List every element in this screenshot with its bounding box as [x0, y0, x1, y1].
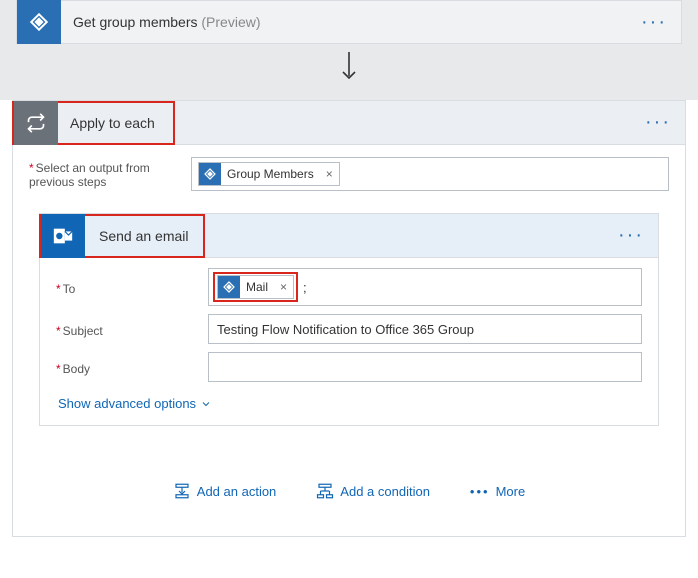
apply-to-each-header[interactable]: Apply to each ···: [13, 101, 685, 145]
subject-input[interactable]: [208, 314, 642, 344]
connector-arrow: [16, 44, 682, 84]
chevron-down-icon: [200, 398, 212, 410]
send-email-header[interactable]: Send an email ···: [40, 214, 658, 258]
more-dots-icon: •••: [470, 484, 490, 499]
to-row: To Mail × ;: [56, 268, 642, 306]
add-action-button[interactable]: Add an action: [173, 482, 277, 500]
preview-label: (Preview): [201, 14, 260, 30]
azure-ad-icon: [199, 163, 221, 185]
step-get-group-members-container: Get group members (Preview) ···: [0, 0, 698, 100]
token-mail[interactable]: Mail ×: [217, 275, 294, 299]
select-output-label: Select an output from previous steps: [29, 157, 179, 189]
add-condition-button[interactable]: Add a condition: [316, 482, 430, 500]
step-send-email: Send an email ··· To: [39, 213, 659, 426]
token-group-members[interactable]: Group Members ×: [198, 162, 340, 186]
select-output-row: Select an output from previous steps Gro…: [29, 157, 669, 191]
loop-icon: [14, 101, 58, 145]
azure-ad-icon: [218, 276, 240, 298]
to-input[interactable]: Mail × ;: [208, 268, 642, 306]
send-email-menu-button[interactable]: ···: [604, 224, 658, 247]
token-label: Group Members: [221, 167, 320, 181]
show-advanced-options-link[interactable]: Show advanced options: [56, 390, 212, 411]
add-condition-icon: [316, 482, 334, 500]
token-remove-button[interactable]: ×: [274, 280, 293, 294]
to-label: To: [56, 278, 196, 296]
subject-label: Subject: [56, 320, 196, 338]
more-label: More: [496, 484, 526, 499]
step-menu-button[interactable]: ···: [627, 11, 681, 34]
step-title-text: Get group members: [73, 14, 198, 30]
token-label: Mail: [240, 280, 274, 294]
footer-actions: Add an action Add a condition •: [29, 426, 669, 514]
more-button[interactable]: ••• More: [470, 482, 525, 500]
apply-to-each-title: Apply to each: [58, 115, 173, 131]
select-output-input[interactable]: Group Members ×: [191, 157, 669, 191]
body-input[interactable]: [208, 352, 642, 382]
step-title: Get group members (Preview): [61, 14, 627, 30]
body-row: Body: [56, 352, 642, 382]
azure-ad-icon: [17, 0, 61, 44]
highlight-apply-to-each: Apply to each: [12, 101, 175, 145]
advanced-label: Show advanced options: [58, 396, 196, 411]
step-get-group-members[interactable]: Get group members (Preview) ···: [16, 0, 682, 44]
apply-to-each-container: Apply to each ··· Select an output from …: [12, 100, 686, 537]
highlight-send-email: Send an email: [39, 214, 205, 258]
add-action-label: Add an action: [197, 484, 277, 499]
apply-to-each-menu-button[interactable]: ···: [631, 111, 685, 134]
send-email-title: Send an email: [85, 228, 203, 244]
body-label: Body: [56, 358, 196, 376]
subject-row: Subject: [56, 314, 642, 344]
token-remove-button[interactable]: ×: [320, 167, 339, 181]
add-condition-label: Add a condition: [340, 484, 430, 499]
highlight-mail-token: Mail ×: [213, 272, 298, 302]
add-action-icon: [173, 482, 191, 500]
outlook-icon: [41, 214, 85, 258]
to-trailing: ;: [302, 280, 307, 295]
